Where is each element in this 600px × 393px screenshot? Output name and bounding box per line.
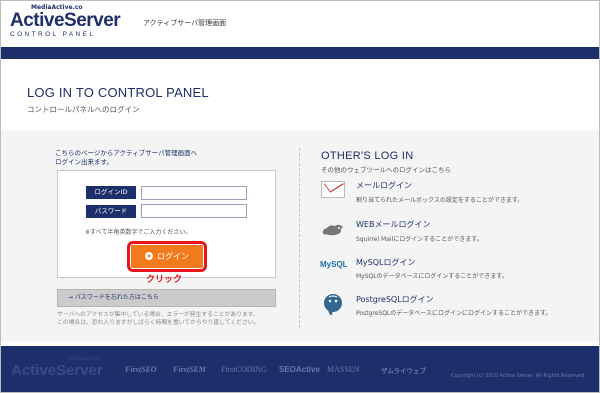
mail-login-link[interactable]: メールログイン xyxy=(356,180,412,191)
squirrel-icon[interactable] xyxy=(320,220,346,238)
brand-firstcoding[interactable]: FirstCODING xyxy=(221,365,267,374)
login-intro: こちらのページからアクティブサーバ管理画面へ ログイン出来ます。 xyxy=(55,149,197,167)
input-note: ※すべて半角英数字でご入力ください。 xyxy=(85,229,192,236)
page-title: LOG IN TO CONTROL PANEL xyxy=(27,85,209,100)
title-area: LOG IN TO CONTROL PANEL コントロールパネルへのログイン xyxy=(1,59,599,131)
brand-massen[interactable]: MASSEN xyxy=(327,365,359,374)
password-input[interactable] xyxy=(141,204,247,218)
brand-firstsem[interactable]: FirstSEM xyxy=(173,365,206,374)
logo[interactable]: ActiveServer xyxy=(10,10,121,32)
header-title: アクティブサーバ管理画面 xyxy=(143,19,227,27)
intro-line: こちらのページからアクティブサーバ管理画面へ xyxy=(55,149,198,157)
mysql-login-desc: MySQLのデータベースにログインすることができます。 xyxy=(356,273,508,280)
copyright: Copyright (c) 2010 Active Server. All Ri… xyxy=(451,373,586,379)
mysql-icon[interactable]: MySQL xyxy=(320,260,350,278)
page-subtitle: コントロールパネルへのログイン xyxy=(27,105,140,114)
navbar xyxy=(1,47,599,59)
postgresql-login-link[interactable]: PostgreSQLログイン xyxy=(356,294,434,305)
brand-seoactive[interactable]: SEOActive xyxy=(279,365,320,374)
brand-firstseo[interactable]: FirstSEO xyxy=(125,365,157,374)
column-divider xyxy=(299,148,300,328)
access-warning: サーバへのアクセスが集中している場合、エラーが発生することがあります。 この場合… xyxy=(57,311,259,327)
intro-line: ログイン出来ます。 xyxy=(55,158,113,166)
login-id-input[interactable] xyxy=(141,186,247,200)
brand-samurai-web[interactable]: ザムライウェブ xyxy=(381,365,426,375)
header: MediaActive.co ActiveServer CONTROL PANE… xyxy=(1,1,599,47)
login-button[interactable]: ログイン xyxy=(127,241,207,272)
logo-subtitle: CONTROL PANEL xyxy=(10,31,96,38)
warning-line: サーバへのアクセスが集中している場合、エラーが発生することがあります。 xyxy=(57,312,259,318)
footer: MediaActive ActiveServer FirstSEO FirstS… xyxy=(1,346,599,392)
footer-logo[interactable]: ActiveServer xyxy=(11,362,103,379)
play-icon xyxy=(145,252,153,260)
password-label: パスワード xyxy=(86,205,136,218)
login-button-label: ログイン xyxy=(157,252,189,261)
webmail-login-link[interactable]: WEBメールログイン xyxy=(356,219,430,230)
others-title: OTHER'S LOG IN xyxy=(321,150,414,162)
webmail-login-desc: Squirrel Mailにログインすることができます。 xyxy=(356,236,483,243)
postgresql-login-desc: PostgreSQLのデータベースにログインにログインすることができます。 xyxy=(356,310,552,317)
click-annotation: クリック xyxy=(146,275,183,285)
mail-icon[interactable] xyxy=(321,181,345,198)
mysql-login-link[interactable]: MySQLログイン xyxy=(356,257,415,268)
others-subtitle: その他のウェブツールへのログインはこちら xyxy=(321,166,451,174)
forgot-password-link[interactable]: → パスワードを忘れた方はこちら xyxy=(57,289,276,307)
mail-login-desc: 割り当てられたメールボックスの設定をすることができます。 xyxy=(356,197,524,204)
login-id-label: ログインID xyxy=(86,186,136,199)
warning-line: この場合は、恐れ入りますがしばらく時間を置いてからやり直してください。 xyxy=(57,320,260,326)
postgresql-icon[interactable] xyxy=(320,292,346,318)
